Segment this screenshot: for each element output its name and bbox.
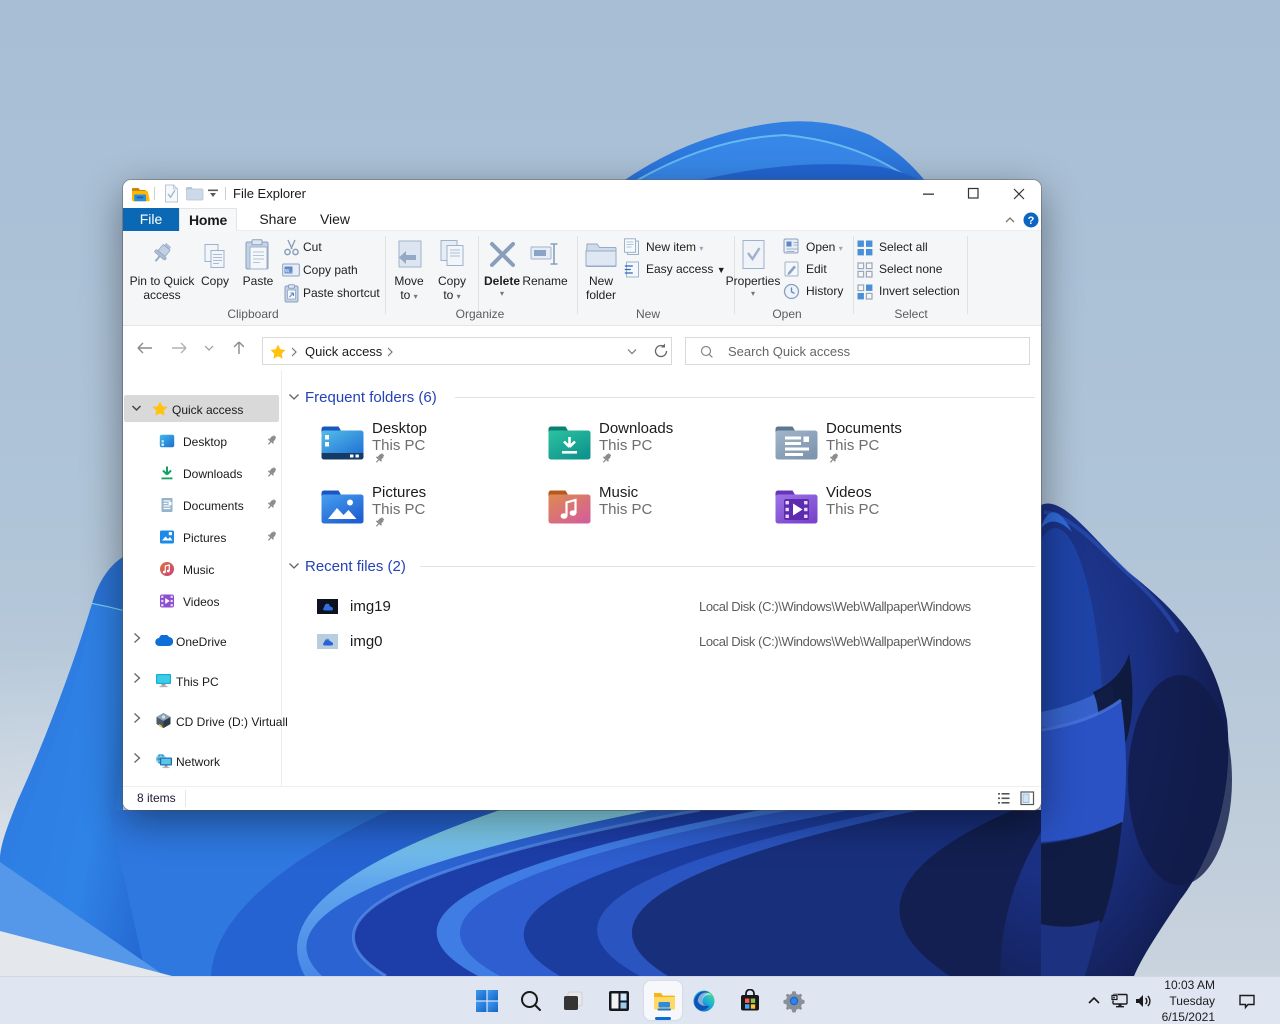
svg-text:w..: w..: [284, 269, 293, 275]
svg-text:?: ?: [1028, 215, 1035, 227]
